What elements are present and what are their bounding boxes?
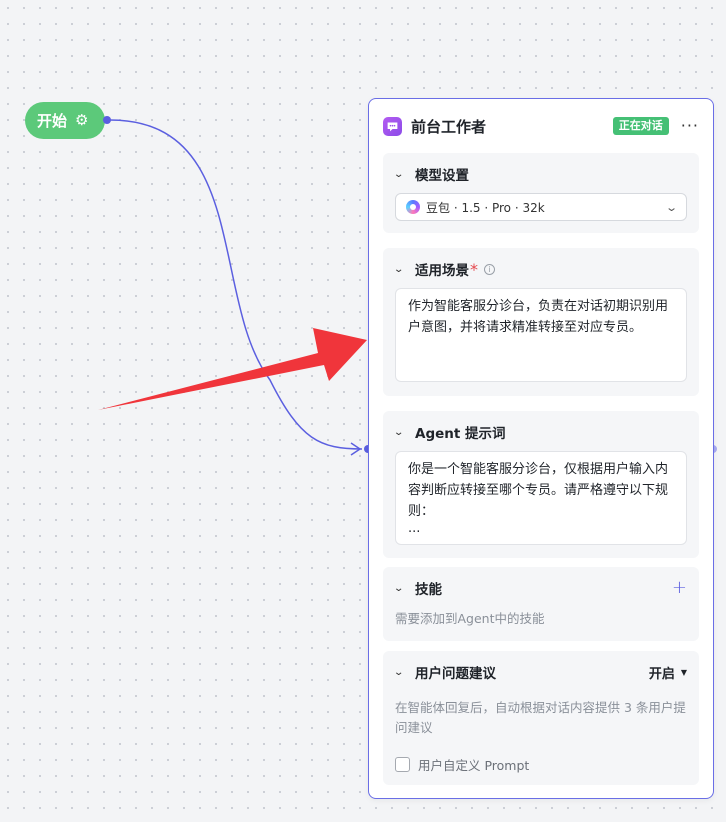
more-options-icon[interactable]: ··· <box>681 118 699 134</box>
chevron-down-icon: ⌄ <box>664 200 678 214</box>
status-badge: 正在对话 <box>612 117 669 135</box>
skills-placeholder: 需要添加到Agent中的技能 <box>395 611 545 626</box>
chevron-down-icon[interactable]: ⌄ <box>393 583 409 594</box>
start-node[interactable]: 开始 ⚙ <box>25 102 105 139</box>
agent-node[interactable]: 前台工作者 正在对话 ··· ⌄ 模型设置 豆包 · 1.5 · Pro · 3… <box>368 98 714 799</box>
suggestions-toggle-label: 开启 <box>648 666 675 682</box>
suggestions-section: ⌄ 用户问题建议 开启 ▼ 在智能体回复后，自动根据对话内容提供 3 条用户提问… <box>383 651 699 785</box>
start-output-port[interactable] <box>103 116 111 124</box>
suggestions-title[interactable]: 用户问题建议 <box>415 662 496 682</box>
prompt-section: ⌄ Agent 提示词 你是一个智能客服分诊台，仅根据用户输入内容判断应转接至哪… <box>383 411 699 558</box>
required-mark: * <box>470 259 478 279</box>
custom-prompt-row: 用户自定义 Prompt <box>395 755 529 774</box>
model-select-value: 豆包 · 1.5 · Pro · 32k <box>426 200 545 215</box>
info-icon[interactable]: i <box>484 263 495 275</box>
scenario-section: ⌄ 适用场景 * i 作为智能客服分诊台，负责在对话初期识别用户意图，并将请求精… <box>383 248 699 396</box>
suggestions-toggle[interactable]: 开启 ▼ <box>649 663 687 682</box>
skills-section: ⌄ 技能 + 需要添加到Agent中的技能 <box>383 567 699 641</box>
model-settings-section: ⌄ 模型设置 豆包 · 1.5 · Pro · 32k ⌄ <box>383 153 699 233</box>
chevron-down-icon[interactable]: ⌄ <box>393 427 409 438</box>
chevron-down-icon[interactable]: ⌄ <box>393 169 409 180</box>
model-settings-title[interactable]: 模型设置 <box>415 164 469 184</box>
doubao-logo-icon <box>406 200 420 214</box>
suggestions-description: 在智能体回复后，自动根据对话内容提供 3 条用户提问建议 <box>395 700 686 735</box>
start-node-label: 开始 <box>37 112 68 130</box>
prompt-textarea[interactable]: 你是一个智能客服分诊台，仅根据用户输入内容判断应转接至哪个专员。请严格遵守以下规… <box>395 451 687 545</box>
node-header: 前台工作者 正在对话 ··· <box>383 116 699 136</box>
scenario-textarea[interactable]: 作为智能客服分诊台，负责在对话初期识别用户意图，并将请求精准转接至对应专员。 <box>395 288 687 382</box>
gear-icon[interactable]: ⚙ <box>75 113 88 128</box>
custom-prompt-label[interactable]: 用户自定义 Prompt <box>418 755 529 774</box>
skills-title[interactable]: 技能 <box>415 578 442 598</box>
node-title[interactable]: 前台工作者 <box>411 116 486 137</box>
scenario-title[interactable]: 适用场景 <box>415 259 469 279</box>
add-skill-icon[interactable]: + <box>672 579 687 597</box>
agent-chat-icon <box>383 116 402 136</box>
prompt-title[interactable]: Agent 提示词 <box>415 422 506 442</box>
custom-prompt-checkbox[interactable] <box>395 757 410 772</box>
chevron-down-icon[interactable]: ⌄ <box>393 264 409 275</box>
chevron-down-icon[interactable]: ⌄ <box>393 667 409 678</box>
caret-down-icon: ▼ <box>680 667 687 677</box>
red-annotation-arrow <box>98 328 367 410</box>
model-select[interactable]: 豆包 · 1.5 · Pro · 32k ⌄ <box>395 193 687 221</box>
